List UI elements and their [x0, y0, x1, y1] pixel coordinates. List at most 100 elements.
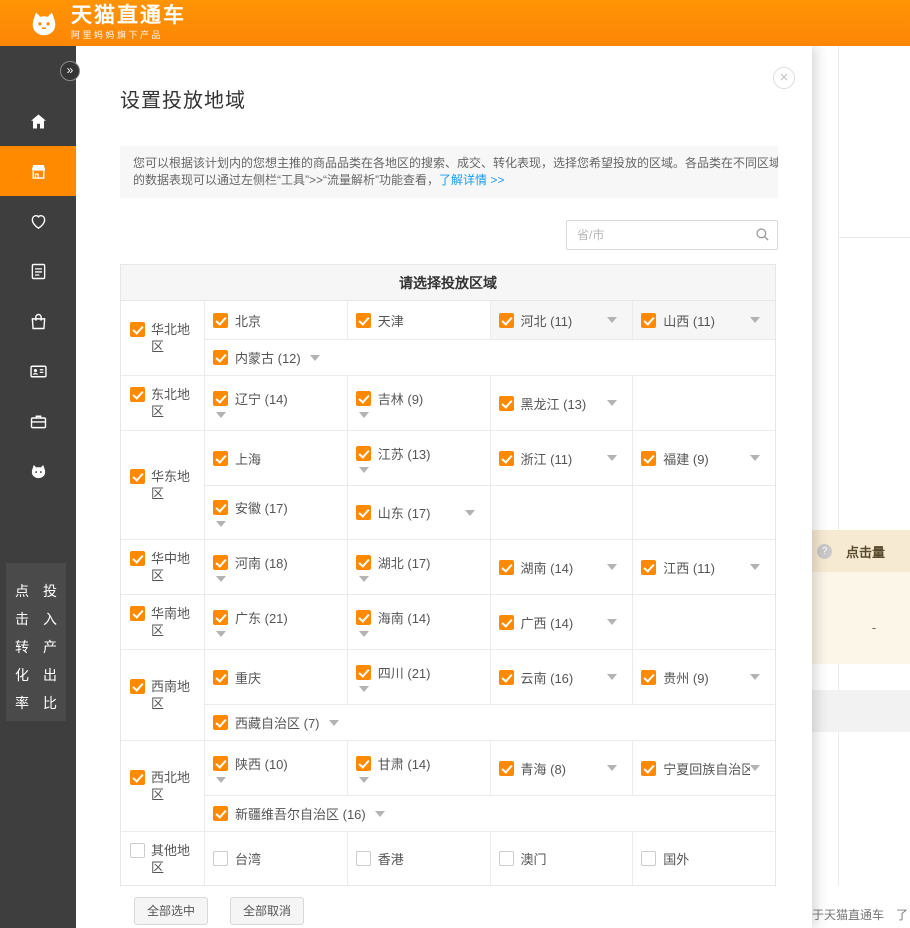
region-group-cell[interactable]: 西北地区: [121, 741, 205, 831]
checkbox[interactable]: [356, 446, 371, 461]
province-cell[interactable]: 贵州 (9): [632, 650, 775, 704]
sidebar-item[interactable]: [0, 196, 76, 246]
metric-roi[interactable]: 投入产出比: [43, 577, 58, 721]
chevron-down-icon[interactable]: [465, 510, 475, 516]
chevron-down-icon[interactable]: [359, 412, 369, 418]
checkbox[interactable]: [130, 387, 145, 402]
checkbox[interactable]: [130, 843, 145, 858]
checkbox[interactable]: [213, 851, 228, 866]
chevron-down-icon[interactable]: [359, 777, 369, 783]
chevron-down-icon[interactable]: [750, 674, 760, 680]
checkbox[interactable]: [130, 469, 145, 484]
province-cell[interactable]: 上海: [205, 431, 347, 485]
province-cell[interactable]: 辽宁 (14): [205, 376, 347, 430]
search-icon[interactable]: [755, 227, 770, 247]
region-group-cell[interactable]: 其他地区: [121, 832, 205, 885]
chevron-down-icon[interactable]: [607, 619, 617, 625]
checkbox[interactable]: [641, 313, 656, 328]
chevron-down-icon[interactable]: [216, 521, 226, 527]
chevron-down-icon[interactable]: [216, 412, 226, 418]
checkbox[interactable]: [499, 560, 514, 575]
province-cell[interactable]: 浙江 (11): [490, 431, 633, 485]
chevron-down-icon[interactable]: [216, 576, 226, 582]
checkbox[interactable]: [499, 670, 514, 685]
province-cell[interactable]: 山西 (11): [632, 301, 775, 339]
province-cell[interactable]: 广东 (21): [205, 595, 347, 649]
province-cell[interactable]: 河北 (11): [490, 301, 633, 339]
checkbox[interactable]: [499, 615, 514, 630]
chevron-down-icon[interactable]: [375, 811, 385, 817]
province-cell[interactable]: 澳门: [490, 832, 633, 885]
chevron-down-icon[interactable]: [607, 317, 617, 323]
checkbox[interactable]: [213, 391, 228, 406]
checkbox[interactable]: [213, 350, 228, 365]
checkbox[interactable]: [213, 610, 228, 625]
province-cell[interactable]: 新疆维吾尔自治区 (16): [205, 796, 775, 831]
region-group-cell[interactable]: 西南地区: [121, 650, 205, 740]
province-cell[interactable]: 福建 (9): [632, 431, 775, 485]
chevron-down-icon[interactable]: [329, 720, 339, 726]
checkbox[interactable]: [130, 770, 145, 785]
province-cell[interactable]: 香港: [347, 832, 490, 885]
province-cell[interactable]: 北京: [205, 301, 347, 339]
province-cell[interactable]: 海南 (14): [347, 595, 490, 649]
sidebar-item[interactable]: [0, 396, 76, 446]
region-group-cell[interactable]: 东北地区: [121, 376, 205, 430]
checkbox[interactable]: [499, 313, 514, 328]
province-cell[interactable]: 云南 (16): [490, 650, 633, 704]
province-cell[interactable]: 陕西 (10): [205, 741, 347, 795]
sidebar-item[interactable]: [0, 96, 76, 146]
province-cell[interactable]: 江西 (11): [632, 540, 775, 594]
checkbox[interactable]: [499, 851, 514, 866]
checkbox[interactable]: [356, 391, 371, 406]
checkbox[interactable]: [213, 313, 228, 328]
checkbox[interactable]: [130, 606, 145, 621]
checkbox[interactable]: [641, 451, 656, 466]
chevron-down-icon[interactable]: [216, 777, 226, 783]
checkbox[interactable]: [356, 555, 371, 570]
province-cell[interactable]: 山东 (17): [347, 486, 490, 539]
province-cell[interactable]: 甘肃 (14): [347, 741, 490, 795]
province-cell[interactable]: 安徽 (17): [205, 486, 347, 539]
chevron-double-right-icon[interactable]: [60, 61, 80, 81]
checkbox[interactable]: [641, 761, 656, 776]
sidebar-item[interactable]: [0, 446, 76, 496]
region-group-cell[interactable]: 华北地区: [121, 301, 205, 375]
checkbox[interactable]: [356, 313, 371, 328]
chevron-down-icon[interactable]: [310, 355, 320, 361]
chevron-down-icon[interactable]: [359, 576, 369, 582]
province-cell[interactable]: 湖北 (17): [347, 540, 490, 594]
checkbox[interactable]: [641, 560, 656, 575]
learn-more-link[interactable]: 了解详情 >>: [439, 173, 504, 187]
chevron-down-icon[interactable]: [607, 765, 617, 771]
checkbox[interactable]: [499, 761, 514, 776]
checkbox[interactable]: [213, 500, 228, 515]
province-cell[interactable]: 内蒙古 (12): [205, 340, 775, 375]
province-cell[interactable]: 吉林 (9): [347, 376, 490, 430]
province-cell[interactable]: 天津: [347, 301, 490, 339]
checkbox[interactable]: [356, 851, 371, 866]
checkbox[interactable]: [499, 451, 514, 466]
checkbox[interactable]: [213, 715, 228, 730]
province-cell[interactable]: 河南 (18): [205, 540, 347, 594]
checkbox[interactable]: [213, 451, 228, 466]
chevron-down-icon[interactable]: [607, 674, 617, 680]
chevron-down-icon[interactable]: [359, 631, 369, 637]
province-cell[interactable]: 青海 (8): [490, 741, 633, 795]
sidebar-item[interactable]: [0, 246, 76, 296]
deselect-all-button[interactable]: 全部取消: [230, 897, 304, 925]
region-group-cell[interactable]: 华中地区: [121, 540, 205, 594]
checkbox[interactable]: [641, 670, 656, 685]
chevron-down-icon[interactable]: [750, 765, 760, 771]
province-cell[interactable]: 重庆: [205, 650, 347, 704]
chevron-down-icon[interactable]: [359, 686, 369, 692]
checkbox[interactable]: [356, 505, 371, 520]
checkbox[interactable]: [213, 670, 228, 685]
checkbox[interactable]: [641, 851, 656, 866]
metric-click-conversion-rate[interactable]: 点击转化率: [15, 577, 30, 721]
chevron-down-icon[interactable]: [750, 564, 760, 570]
chevron-down-icon[interactable]: [607, 455, 617, 461]
checkbox[interactable]: [213, 555, 228, 570]
checkbox[interactable]: [130, 322, 145, 337]
search-input[interactable]: [566, 220, 778, 250]
